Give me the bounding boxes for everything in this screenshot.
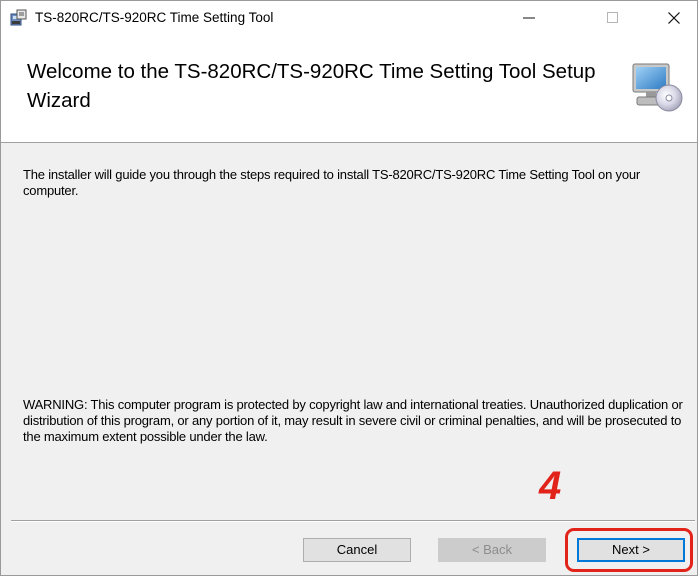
close-button[interactable] [651, 1, 697, 34]
wizard-header: Welcome to the TS-820RC/TS-920RC Time Se… [1, 34, 697, 143]
window-title: TS-820RC/TS-920RC Time Setting Tool [35, 10, 274, 25]
setup-computer-cd-icon [629, 60, 683, 114]
next-button-highlight [565, 528, 693, 572]
step-number-annotation: 4 [539, 464, 562, 508]
intro-text: The installer will guide you through the… [23, 167, 641, 198]
back-button[interactable]: < Back [438, 538, 546, 562]
copyright-warning-text: WARNING: This computer program is protec… [23, 397, 683, 444]
maximize-button[interactable] [589, 1, 635, 34]
minimize-button[interactable] [506, 1, 552, 34]
installer-window: TS-820RC/TS-920RC Time Setting Tool Welc… [0, 0, 698, 576]
title-bar[interactable]: TS-820RC/TS-920RC Time Setting Tool [1, 1, 697, 34]
footer-divider [11, 520, 695, 522]
wizard-title: Welcome to the TS-820RC/TS-920RC Time Se… [27, 60, 596, 112]
installer-app-icon [10, 9, 28, 27]
cancel-button[interactable]: Cancel [303, 538, 411, 562]
